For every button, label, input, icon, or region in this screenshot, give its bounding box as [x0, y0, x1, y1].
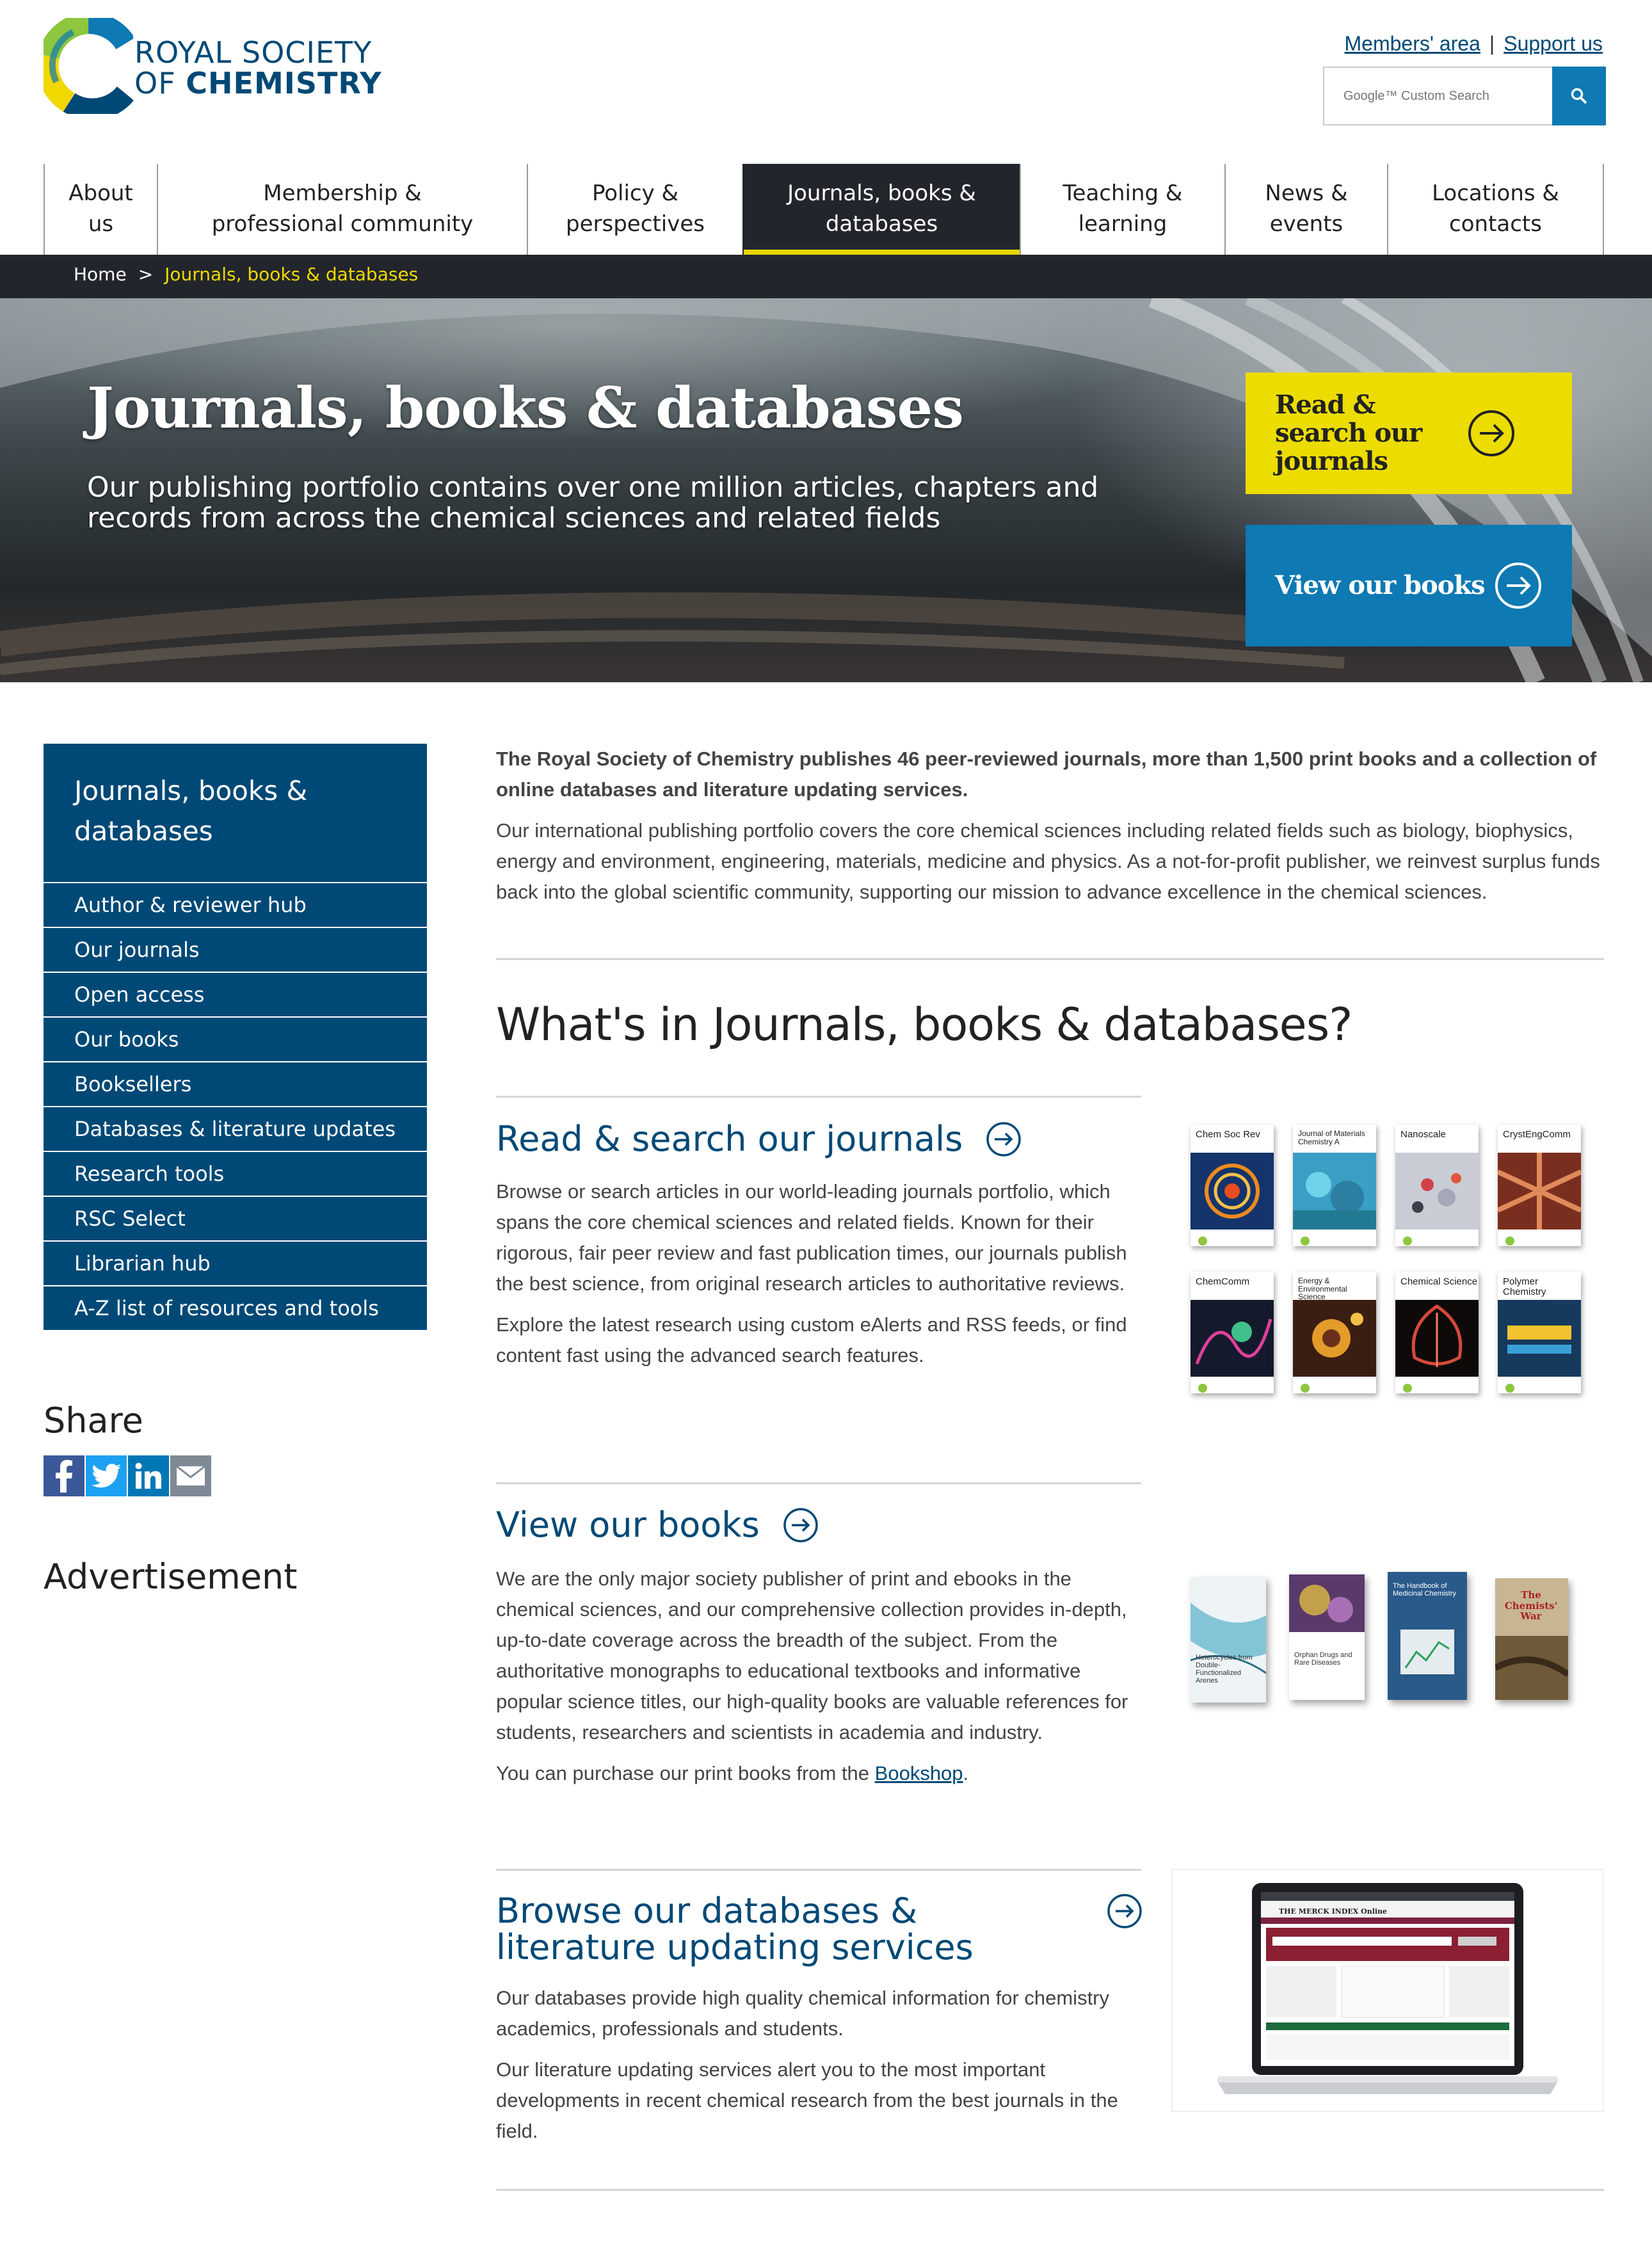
sidebar-item-our-books[interactable]: Our books [44, 1018, 427, 1061]
books-paragraph-1: We are the only major society publisher … [496, 1567, 1128, 1743]
journal-cover[interactable]: Chemical Science [1395, 1272, 1479, 1393]
utility-links: Members' area | Support us [1345, 32, 1603, 56]
breadcrumb-home[interactable]: Home [74, 264, 127, 285]
search-button[interactable] [1552, 67, 1606, 125]
books-title: View our books [496, 1505, 760, 1545]
books-body: We are the only major society publisher … [496, 1564, 1143, 1799]
breadcrumb-separator: > [138, 264, 154, 285]
book-cover[interactable]: The Handbook of Medicinal Chemistry [1388, 1572, 1467, 1700]
journal-cover[interactable]: CrystEngComm [1496, 1125, 1582, 1246]
facebook-icon[interactable] [44, 1455, 84, 1496]
nav-locations[interactable]: Locations & contacts [1387, 164, 1604, 255]
circle-arrow-right-icon [1107, 1894, 1142, 1928]
divider [496, 1869, 1141, 1871]
journal-cover[interactable]: Polymer Chemistry [1498, 1272, 1581, 1393]
advertisement-heading: Advertisement [44, 1557, 298, 1597]
journals-body: Browse or search articles in our world-l… [496, 1176, 1143, 1381]
book-cover[interactable]: Orphan Drugs and Rare Diseases [1289, 1574, 1365, 1700]
main-nav: About us Membership & professional commu… [44, 164, 1604, 255]
divider [496, 2189, 1604, 2191]
nav-policy[interactable]: Policy & perspectives [527, 164, 742, 255]
sidebar-item-our-journals[interactable]: Our journals [44, 928, 427, 972]
site-search [1323, 67, 1606, 125]
book-covers: Heterocycles from Double-Functionalized … [1178, 1572, 1600, 1715]
journals-paragraph-2: Explore the latest research using custom… [496, 1313, 1127, 1366]
linkedin-icon[interactable] [128, 1455, 169, 1496]
sidebar-item-author-reviewer-hub[interactable]: Author & reviewer hub [44, 883, 427, 927]
databases-paragraph-2: Our literature updating services alert y… [496, 2058, 1118, 2142]
databases-paragraph-1: Our databases provide high quality chemi… [496, 1987, 1110, 2040]
divider [496, 1482, 1141, 1484]
circle-arrow-right-icon [1468, 410, 1514, 456]
rsc-logo-icon[interactable] [44, 18, 133, 114]
bookshop-link[interactable]: Bookshop [875, 1762, 963, 1784]
nav-membership[interactable]: Membership & professional community [157, 164, 527, 255]
journal-cover[interactable]: Journal of Materials Chemistry A [1293, 1125, 1376, 1246]
sidebar-item-open-access[interactable]: Open access [44, 973, 427, 1016]
circle-arrow-right-icon [783, 1508, 818, 1543]
databases-body: Our databases provide high quality chemi… [496, 1983, 1143, 2157]
journal-cover[interactable]: ChemComm [1191, 1272, 1274, 1393]
sidebar-item-az-list[interactable]: A-Z list of resources and tools [44, 1286, 427, 1330]
databases-title: Browse our databases & literature updati… [496, 1891, 974, 1967]
breadcrumb: Home > Journals, books & databases [74, 264, 418, 285]
breadcrumb-current: Journals, books & databases [164, 264, 419, 285]
sidebar-item-booksellers[interactable]: Booksellers [44, 1062, 427, 1106]
circle-arrow-right-icon [1495, 563, 1541, 609]
sidebar-item-databases-literature[interactable]: Databases & literature updates [44, 1107, 427, 1151]
sidebar-item-librarian-hub[interactable]: Librarian hub [44, 1242, 427, 1285]
sidebar-item-research-tools[interactable]: Research tools [44, 1152, 427, 1196]
journal-cover[interactable]: Nanoscale [1395, 1125, 1479, 1246]
read-search-journals-button[interactable]: Read & search our journals [1246, 372, 1572, 494]
divider [496, 1096, 1141, 1098]
cta-books-label: View our books [1275, 570, 1486, 600]
merck-index-laptop-image[interactable]: THE MERCK INDEX Online [1171, 1869, 1604, 2112]
databases-section-title[interactable]: Browse our databases & literature updati… [496, 1893, 1143, 1966]
members-area-link[interactable]: Members' area [1345, 32, 1480, 55]
search-icon [1571, 88, 1587, 104]
intro-body: Our international publishing portfolio c… [496, 819, 1600, 903]
search-input[interactable] [1324, 68, 1552, 124]
journal-covers: Chem Soc Rev Journal of Materials Chemis… [1191, 1125, 1587, 1400]
journals-section-title[interactable]: Read & search our journals [496, 1121, 1022, 1158]
nav-journals-books-databases[interactable]: Journals, books & databases [742, 164, 1020, 255]
utility-separator: | [1489, 32, 1495, 55]
books-section-title[interactable]: View our books [496, 1507, 819, 1544]
merck-index-logo: THE MERCK INDEX Online [1279, 1907, 1388, 1916]
journals-paragraph-1: Browse or search articles in our world-l… [496, 1180, 1127, 1295]
cta-journals-label: Read & search our journals [1275, 390, 1422, 476]
book-cover[interactable]: Heterocycles from Double-Functionalized … [1190, 1577, 1267, 1702]
journal-cover[interactable]: Energy & Environmental Science [1293, 1272, 1376, 1393]
brand-line2: OF CHEMISTRY [134, 66, 382, 101]
sidebar-heading: Journals, books & databases [44, 744, 427, 882]
share-title: Share [44, 1400, 143, 1441]
nav-about-us[interactable]: About us [44, 164, 157, 255]
nav-teaching[interactable]: Teaching & learning [1020, 164, 1224, 255]
hero-subtitle: Our publishing portfolio contains over o… [87, 471, 1099, 535]
email-icon[interactable] [170, 1455, 211, 1496]
journal-cover[interactable]: Chem Soc Rev [1191, 1125, 1274, 1246]
journals-title: Read & search our journals [496, 1119, 963, 1159]
brand-wordmark[interactable]: ROYAL SOCIETY OF CHEMISTRY [134, 37, 382, 99]
books-paragraph-2: You can purchase our print books from th… [496, 1762, 969, 1784]
hero-title: Journals, books & databases [87, 374, 964, 441]
sidebar-nav: Author & reviewer hub Our journals Open … [44, 882, 427, 1330]
section-heading: What's in Journals, books & databases? [496, 998, 1352, 1051]
share-buttons [44, 1455, 211, 1496]
twitter-icon[interactable] [86, 1455, 127, 1496]
divider [496, 958, 1604, 960]
sidebar-item-rsc-select[interactable]: RSC Select [44, 1197, 427, 1240]
support-us-link[interactable]: Support us [1504, 32, 1603, 55]
view-books-button[interactable]: View our books [1246, 525, 1572, 646]
nav-news-events[interactable]: News & events [1224, 164, 1387, 255]
intro-lead: The Royal Society of Chemistry publishes… [496, 748, 1597, 801]
book-cover[interactable]: The Chemists' War [1493, 1578, 1570, 1700]
brand-line1: ROYAL SOCIETY [134, 35, 373, 70]
circle-arrow-right-icon [986, 1122, 1022, 1157]
